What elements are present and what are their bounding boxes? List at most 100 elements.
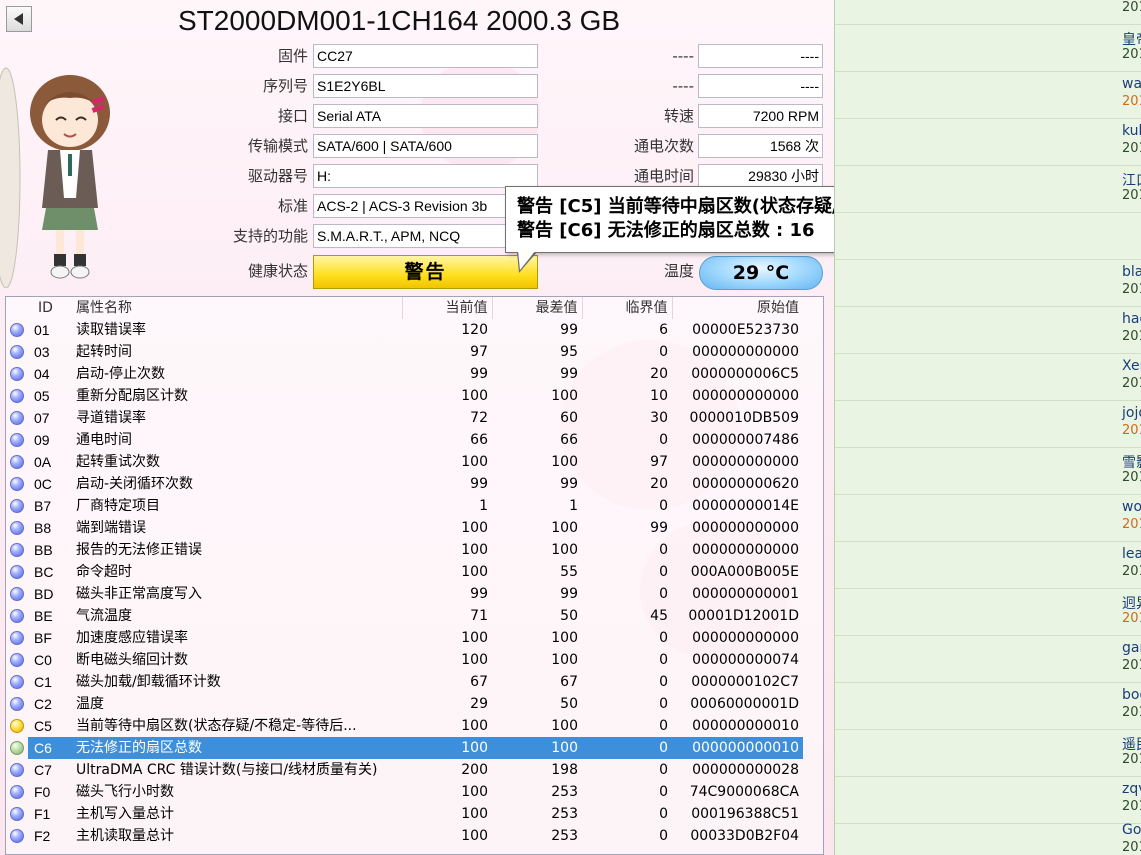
current-value-cell: 100 <box>461 630 488 646</box>
previous-disk-button[interactable] <box>6 6 32 32</box>
serial-label: 序列号 <box>262 77 308 95</box>
attribute-name-cell: 当前等待中扇区数(状态存疑/不稳定-等待后... <box>76 718 357 734</box>
worst-value-cell: 1 <box>569 498 578 514</box>
list-item[interactable]: 遥民201 <box>835 730 1141 777</box>
threshold-value-cell: 0 <box>659 344 668 360</box>
table-row[interactable]: BD 磁头非正常高度写入 99 99 0 000000000001 <box>6 583 803 605</box>
worst-value-cell: 99 <box>560 476 578 492</box>
status-cell <box>6 473 28 495</box>
table-row[interactable]: C2 温度 29 50 0 00060000001D <box>6 693 803 715</box>
list-item-title: hag <box>1122 311 1141 327</box>
list-item[interactable]: blac 201 <box>835 260 1141 307</box>
worst-value-cell: 50 <box>560 696 578 712</box>
table-row[interactable]: F0 磁头飞行小时数 100 253 0 74C9000068CA <box>6 781 803 803</box>
interface-field: Serial ATA <box>313 104 538 128</box>
list-item-date: 201 <box>1122 94 1141 109</box>
table-row[interactable]: C7 UltraDMA CRC 错误计数(与接口/线材质量有关) 200 198 0 00… <box>6 759 803 781</box>
table-row[interactable]: 0C 启动-关闭循环次数 99 99 20 000000000620 <box>6 473 803 495</box>
current-value-cell: 1 <box>479 498 488 514</box>
table-row[interactable]: 04 启动-停止次数 99 99 20 0000000006C5 <box>6 363 803 385</box>
threshold-value-cell: 0 <box>659 564 668 580</box>
power-on-count-field: 1568 次 <box>698 134 823 158</box>
current-value-cell: 71 <box>470 608 488 624</box>
attribute-id-cell: B7 <box>34 498 52 514</box>
list-item[interactable]: 迥异201 <box>835 589 1141 636</box>
attribute-id-cell: C2 <box>34 696 52 712</box>
status-indicator-icon <box>10 323 24 337</box>
table-row[interactable]: C6 无法修正的扇区总数 100 100 0 000000000010 <box>6 737 803 759</box>
health-status-button[interactable]: 警告 <box>313 255 538 289</box>
current-value-cell: 100 <box>461 564 488 580</box>
list-item[interactable]: boo 201 <box>835 683 1141 730</box>
status-indicator-icon <box>10 807 24 821</box>
list-item[interactable]: hag 201 <box>835 307 1141 354</box>
table-row[interactable]: 01 读取错误率 120 99 6 00000E523730 <box>6 319 803 341</box>
table-row[interactable]: C1 磁头加载/卸载循环计数 67 67 0 0000000102C7 <box>6 671 803 693</box>
table-row[interactable]: 03 起转时间 97 95 0 000000000000 <box>6 341 803 363</box>
raw-value-cell: 00000000014E <box>692 498 799 514</box>
worst-column-header[interactable]: 最差值 <box>491 297 582 319</box>
table-row[interactable]: B7 厂商特定项目 1 1 0 00000000014E <box>6 495 803 517</box>
table-row[interactable]: F2 主机读取量总计 100 253 0 00033D0B2F04 <box>6 825 803 847</box>
list-item[interactable]: jojo 201 <box>835 401 1141 448</box>
list-item[interactable]: gar 201 <box>835 636 1141 683</box>
worst-value-cell: 253 <box>551 784 578 800</box>
status-cell <box>6 671 28 693</box>
status-indicator-icon <box>10 499 24 513</box>
attribute-name-column-header[interactable]: 属性名称 <box>72 297 402 319</box>
table-row[interactable]: F1 主机写入量总计 100 253 0 000196388C51 <box>6 803 803 825</box>
current-value-cell: 100 <box>461 784 488 800</box>
table-row[interactable]: BF 加速度感应错误率 100 100 0 000000000000 <box>6 627 803 649</box>
table-row[interactable]: B8 端到端错误 100 100 99 000000000000 <box>6 517 803 539</box>
worst-value-cell: 100 <box>492 737 582 759</box>
table-row[interactable]: C0 断电磁头缩回计数 100 100 0 000000000074 <box>6 649 803 671</box>
worst-value-cell: 100 <box>551 630 578 646</box>
current-value-cell: 100 <box>461 388 488 404</box>
threshold-column-header[interactable]: 临界值 <box>581 297 672 319</box>
status-cell <box>6 693 28 715</box>
list-item[interactable]: 雪影201 <box>835 448 1141 495</box>
list-item[interactable]: 江口201 <box>835 166 1141 213</box>
rotation-rate-field: 7200 RPM <box>698 104 823 128</box>
raw-value-cell: 000000000000 <box>692 388 799 404</box>
list-item-date: 201 <box>1122 799 1141 814</box>
table-row[interactable]: 0A 起转重试次数 100 100 97 000000000000 <box>6 451 803 473</box>
list-item[interactable]: Goo 201 <box>835 818 1141 855</box>
list-item[interactable]: Xen 201 <box>835 354 1141 401</box>
list-item-date: 201 <box>1122 0 1141 15</box>
raw-value-column-header[interactable]: 原始值 <box>671 297 803 319</box>
list-item[interactable]: war 201 <box>835 72 1141 119</box>
status-cell <box>6 363 28 385</box>
attribute-name-cell: 起转重试次数 <box>76 454 160 470</box>
id-column-header[interactable]: ID <box>28 297 72 319</box>
worst-value-cell: 99 <box>560 366 578 382</box>
table-row[interactable]: C5 当前等待中扇区数(状态存疑/不稳定-等待后... 100 100 0 0000000… <box>6 715 803 737</box>
current-value-cell: 100 <box>461 828 488 844</box>
list-item[interactable]: lear 201 <box>835 542 1141 589</box>
raw-value-cell: 0000000102C7 <box>691 674 799 690</box>
table-row[interactable]: BC 命令超时 100 55 0 000A000B005E <box>6 561 803 583</box>
mascot-illustration <box>0 67 110 288</box>
status-indicator-icon <box>10 455 24 469</box>
temperature-button[interactable]: 29 °C <box>699 256 823 290</box>
table-row[interactable]: 09 通电时间 66 66 0 000000007486 <box>6 429 803 451</box>
attribute-id-cell: C0 <box>34 652 52 668</box>
list-item-title: boo <box>1122 687 1141 703</box>
raw-value-cell: 000196388C51 <box>691 806 799 822</box>
list-item[interactable]: kuk 201 <box>835 119 1141 166</box>
list-item[interactable]: 201 <box>835 0 1141 25</box>
unknown-label-1: ---- <box>672 47 694 65</box>
current-column-header[interactable]: 当前值 <box>401 297 492 319</box>
list-item[interactable] <box>835 213 1141 260</box>
table-row[interactable]: BE 气流温度 71 50 45 00001D12001D <box>6 605 803 627</box>
list-item[interactable]: wo 201 <box>835 495 1141 542</box>
list-item[interactable]: zqv 201 <box>835 777 1141 824</box>
smart-attribute-table[interactable]: ID 属性名称 当前值 最差值 临界值 原始值 01 读取错误率 120 99 6 000… <box>5 296 824 855</box>
table-row[interactable]: 05 重新分配扇区计数 100 100 10 000000000000 <box>6 385 803 407</box>
threshold-value-cell: 6 <box>659 322 668 338</box>
attribute-name-cell: 端到端错误 <box>76 520 146 536</box>
table-row[interactable]: BB 报告的无法修正错误 100 100 0 000000000000 <box>6 539 803 561</box>
list-item[interactable]: 皇帝201 <box>835 25 1141 72</box>
table-row[interactable]: 07 寻道错误率 72 60 30 0000010DB509 <box>6 407 803 429</box>
status-indicator-icon <box>10 631 24 645</box>
